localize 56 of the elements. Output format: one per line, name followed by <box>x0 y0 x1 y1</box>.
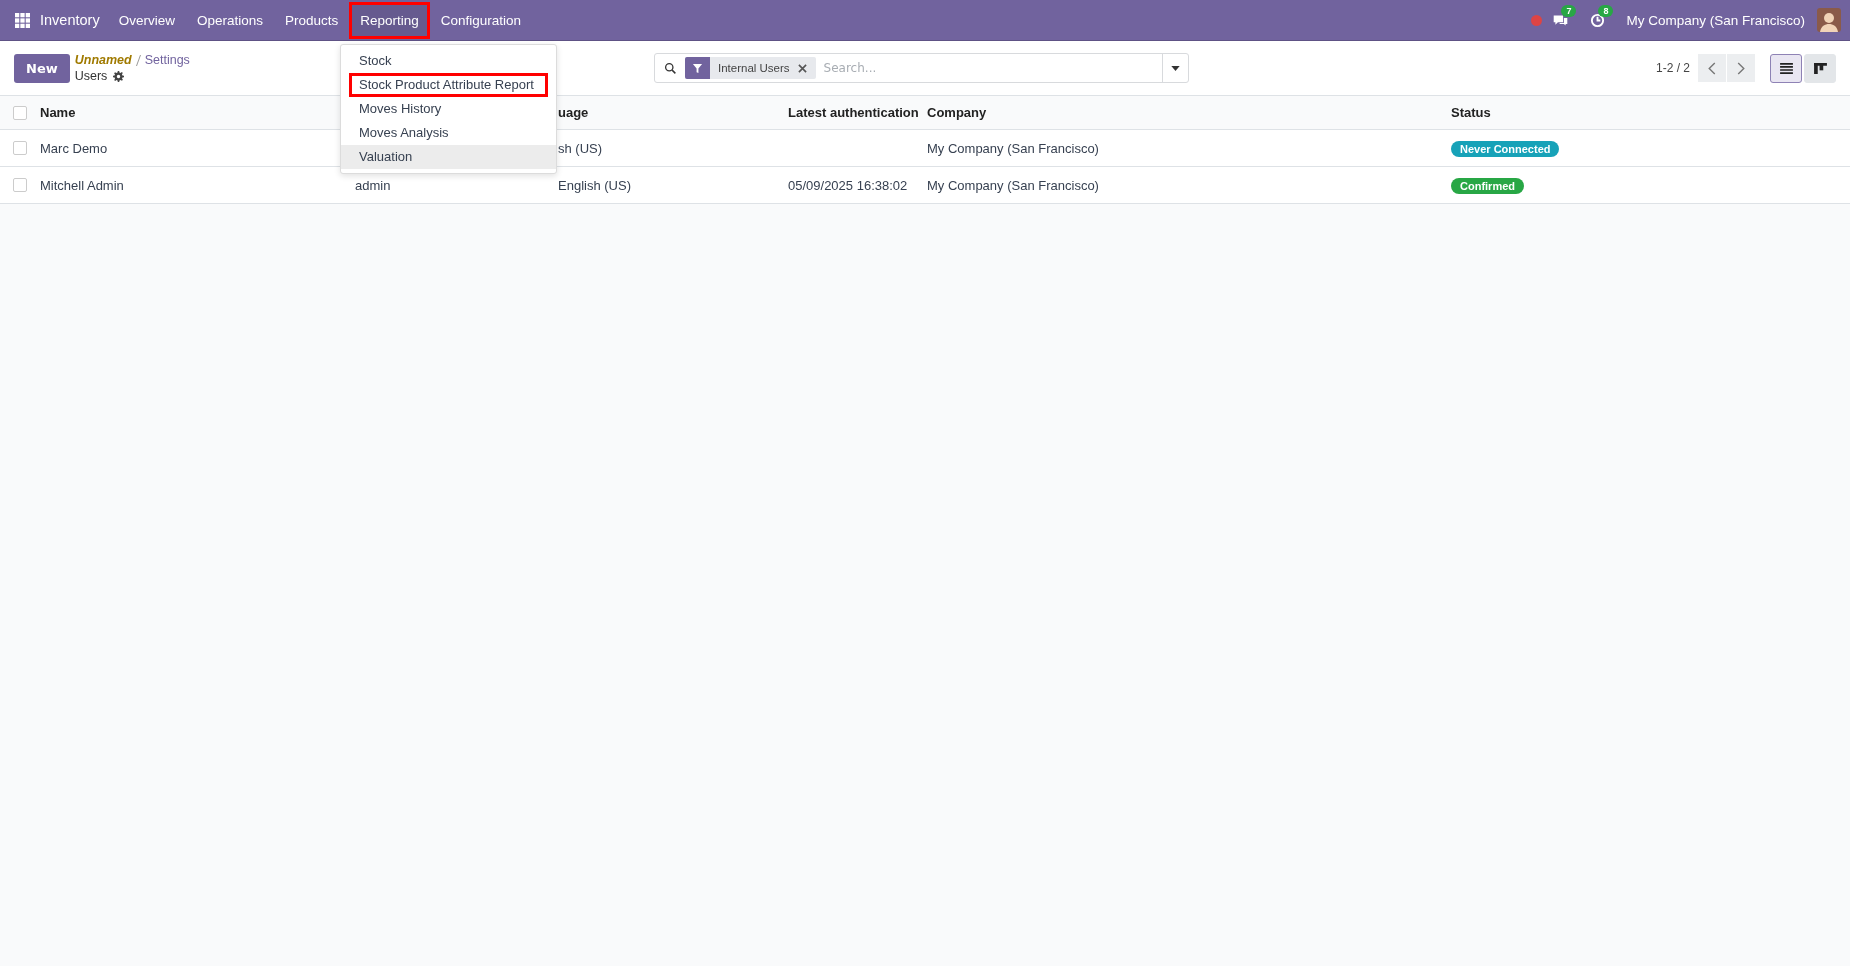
close-icon[interactable] <box>797 63 807 73</box>
caret-icon[interactable] <box>1171 65 1180 71</box>
column-header[interactable]: Latest authentication <box>788 105 919 120</box>
chevron-left-icon <box>1708 61 1716 75</box>
status-dot-icon[interactable] <box>1531 14 1543 26</box>
select-all-checkbox[interactable] <box>13 105 27 120</box>
list-view-button[interactable] <box>1770 53 1802 83</box>
column-header[interactable]: uage <box>558 105 589 120</box>
search-icon <box>664 61 677 75</box>
nav-menu-item[interactable]: Overview <box>107 1 186 39</box>
column-header[interactable]: Company <box>927 105 987 120</box>
dropdown-menu-item[interactable]: Moves Analysis <box>341 121 556 145</box>
table-cell: Mitchell Admin <box>40 177 124 193</box>
table-cell: English (US) <box>558 177 631 193</box>
column-header[interactable]: Status <box>1451 105 1491 120</box>
row-checkbox[interactable] <box>13 141 27 155</box>
apps-menu-icon[interactable] <box>15 12 30 28</box>
kanban-icon <box>1813 62 1827 74</box>
dropdown-menu-item[interactable]: Valuation <box>341 145 556 169</box>
table-cell: sh (US) <box>558 140 603 156</box>
avatar-icon[interactable] <box>1817 8 1841 32</box>
dropdown-menu-item[interactable]: Stock Product Attribute Report <box>349 73 548 97</box>
clock-icon[interactable] <box>1589 12 1607 28</box>
table-cell: Marc Demo <box>40 140 108 156</box>
search-input[interactable]: Search... <box>815 61 1162 75</box>
nav-menu-item[interactable]: Products <box>273 1 350 39</box>
nav-menu-item[interactable]: Reporting <box>349 1 430 39</box>
row-checkbox[interactable] <box>13 178 27 192</box>
filter-facet: Internal Users <box>717 62 791 74</box>
kanban-view-button[interactable] <box>1804 53 1836 83</box>
message-count: 7 <box>1561 4 1577 17</box>
nav-menu-item[interactable]: Configuration <box>429 1 533 39</box>
settings-icon[interactable] <box>113 70 125 82</box>
table-cell: My Company (San Francisco) <box>927 140 1099 156</box>
pager-value: 1-2 / 2 <box>1655 61 1690 75</box>
column-header[interactable]: Name <box>40 105 76 120</box>
list-icon <box>1779 62 1793 74</box>
table-cell: 05/09/2025 16:38:02 <box>788 177 908 193</box>
status-badge: Never Connected <box>1451 140 1560 157</box>
nav-menu-item[interactable]: Operations <box>185 1 274 39</box>
dropdown-menu-item[interactable]: Moves History <box>341 97 556 121</box>
breadcrumb-link[interactable]: Settings <box>144 53 190 67</box>
chat-icon[interactable] <box>1552 12 1570 28</box>
new-button[interactable]: New <box>14 53 70 83</box>
activity-count: 8 <box>1598 4 1614 17</box>
table-cell: admin <box>355 177 391 193</box>
page-title: Users <box>74 69 108 83</box>
breadcrumb-link[interactable]: Unnamed <box>74 53 132 67</box>
search-field[interactable]: Internal Users Search... <box>654 53 1189 83</box>
app-name[interactable]: Inventory <box>40 12 100 28</box>
chevron-right-icon <box>1737 61 1745 75</box>
table-cell: My Company (San Francisco) <box>927 177 1099 193</box>
filter-icon <box>692 62 703 74</box>
dropdown-menu-item[interactable]: Stock <box>341 49 556 73</box>
company-switcher[interactable]: My Company (San Francisco) <box>1626 12 1805 28</box>
status-badge: Confirmed <box>1451 177 1524 194</box>
